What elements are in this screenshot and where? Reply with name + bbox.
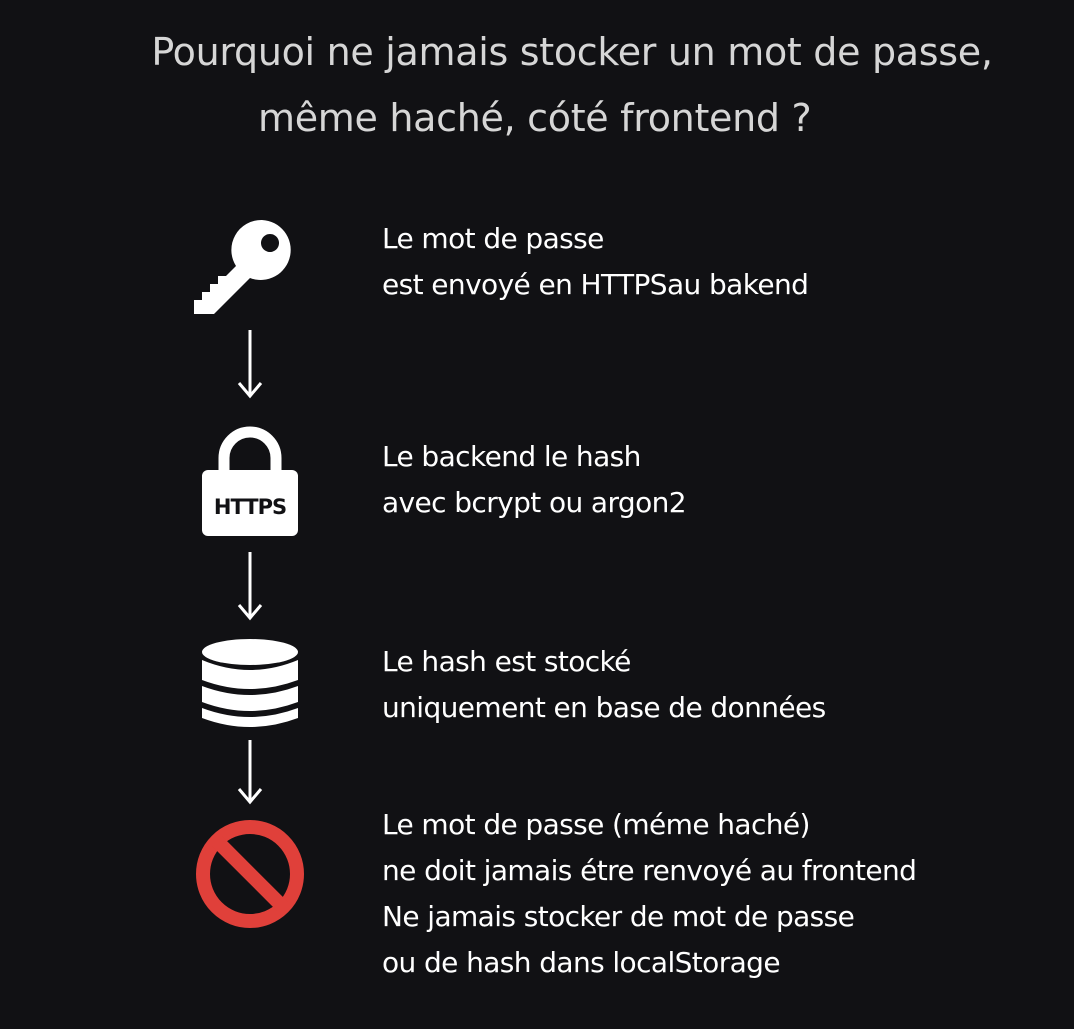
step-3-text: Le hash est stocké uniquement en base de… (382, 639, 826, 731)
step-4-text: Le mot de passe (méme haché) ne doit jam… (382, 802, 917, 986)
database-icon (202, 639, 298, 727)
step-1-line-2: est envoyé en HTTPSau bakend (382, 268, 809, 301)
step-4-line-4: ou de hash dans localStorage (382, 946, 781, 979)
step-4-line-1: Le mot de passe (méme haché) (382, 808, 810, 841)
arrow-down-icon (237, 330, 263, 399)
step-3-line-1: Le hash est stocké (382, 645, 631, 678)
step-4-line-3: Ne jamais stocker de mot de passe (382, 900, 855, 933)
step-2-line-2: avec bcrypt ou argon2 (382, 486, 687, 519)
step-1-text: Le mot de passe est envoyé en HTTPSau ba… (382, 216, 809, 308)
step-4-line-2: ne doit jamais étre renvoyé au frontend (382, 854, 917, 887)
arrow-down-icon (237, 740, 263, 805)
key-icon (194, 219, 291, 314)
arrow-down-icon (237, 552, 263, 621)
title-line-1: Pourquoi ne jamais stocker un mot de pas… (151, 30, 993, 74)
padlock-label: HTTPS (214, 495, 286, 519)
title-line-2: même haché, cóté frontend ? (258, 96, 812, 140)
prohibited-icon (196, 820, 304, 928)
step-2-line-1: Le backend le hash (382, 440, 641, 473)
step-2-text: Le backend le hash avec bcrypt ou argon2 (382, 434, 687, 526)
step-1-line-1: Le mot de passe (382, 222, 604, 255)
padlock-icon: HTTPS (202, 426, 298, 536)
step-3-line-2: uniquement en base de données (382, 691, 826, 724)
